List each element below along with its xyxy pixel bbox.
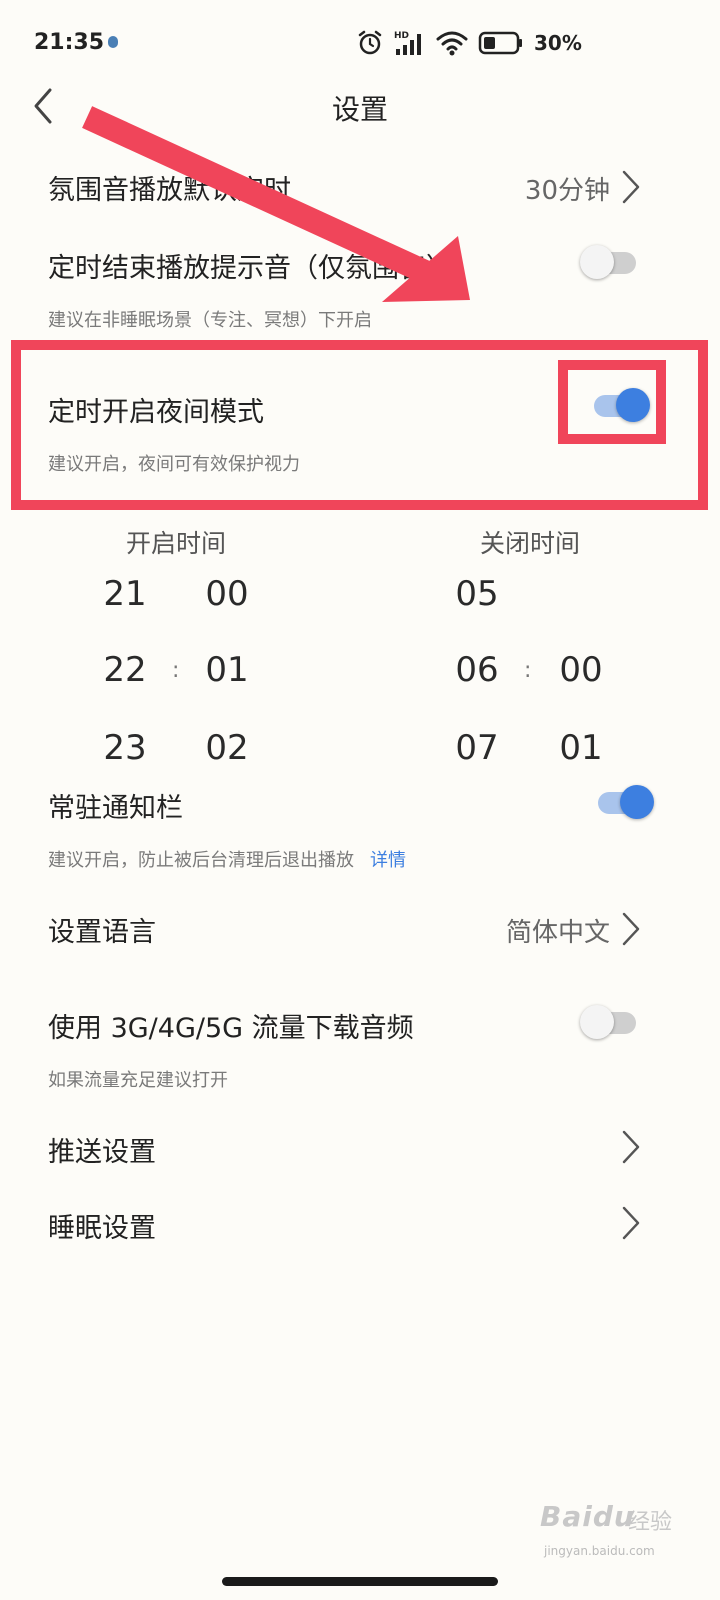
picker-value[interactable]: 00: [192, 574, 262, 614]
chevron-right-icon[interactable]: [620, 1128, 642, 1166]
status-icons: HD 30%: [356, 28, 582, 58]
hd-badge: HD: [394, 31, 409, 41]
picker-value[interactable]: 21: [90, 574, 160, 614]
mobile-data-download-label: 使用 3G/4G/5G 流量下载音频: [48, 1013, 414, 1044]
chevron-right-icon[interactable]: [620, 1204, 642, 1242]
time-separator: :: [524, 658, 532, 683]
sleep-settings-label[interactable]: 睡眠设置: [48, 1206, 156, 1245]
picker-value[interactable]: 23: [90, 728, 160, 768]
chevron-right-icon[interactable]: [620, 910, 642, 948]
status-time: 21:35: [34, 30, 105, 55]
annotation-toggle-box: [558, 360, 666, 444]
notification-bar-label: 常驻通知栏: [48, 793, 183, 824]
time-separator: :: [172, 658, 180, 683]
picker-value[interactable]: 05: [442, 574, 512, 614]
picker-value-selected[interactable]: 01: [192, 650, 262, 690]
picker-value-selected[interactable]: 06: [442, 650, 512, 690]
toggle-knob: [620, 785, 654, 819]
notification-bar-hint-text: 建议开启，防止被后台清理后退出播放: [48, 850, 354, 871]
chevron-right-icon[interactable]: [620, 168, 642, 206]
end-time-label: 关闭时间: [480, 529, 581, 558]
battery-percent: 30%: [534, 31, 582, 55]
battery-icon: [478, 31, 522, 55]
page-title: 设置: [331, 93, 388, 126]
ambient-timer-value[interactable]: 30分钟: [525, 170, 610, 207]
picker-value-selected[interactable]: 22: [90, 650, 160, 690]
push-settings-label[interactable]: 推送设置: [48, 1130, 156, 1169]
start-time-label: 开启时间: [126, 529, 227, 558]
notification-bar-toggle[interactable]: [598, 785, 654, 819]
wifi-icon: [436, 31, 468, 56]
toggle-knob: [580, 1005, 614, 1039]
watermark-text: 经验: [628, 1510, 673, 1535]
baidu-watermark: Baidu 经验 jingyan.baidu.com: [540, 1492, 680, 1572]
watermark-url: jingyan.baidu.com: [544, 1544, 655, 1558]
ambient-timer-label[interactable]: 氛围音播放默认定时: [48, 168, 291, 207]
signal-icon: HD: [394, 31, 421, 55]
picker-value[interactable]: 07: [442, 728, 512, 768]
language-value[interactable]: 简体中文: [506, 912, 610, 949]
notification-dot-icon: [108, 36, 118, 48]
picker-value-selected[interactable]: 00: [546, 650, 616, 690]
toggle-knob: [580, 245, 614, 279]
watermark-logo: Baidu: [540, 1500, 635, 1533]
picker-value[interactable]: 02: [192, 728, 262, 768]
timer-end-sound-label: 定时结束播放提示音（仅氛围音）: [48, 253, 453, 284]
night-mode-hint: 建议开启，夜间可有效保护视力: [48, 454, 300, 475]
home-indicator[interactable]: [222, 1577, 498, 1586]
picker-value[interactable]: 01: [546, 728, 616, 768]
language-label[interactable]: 设置语言: [48, 910, 156, 949]
notification-bar-hint: 建议开启，防止被后台清理后退出播放 详情: [48, 846, 406, 872]
mobile-data-download-toggle[interactable]: [580, 1005, 636, 1039]
alarm-icon: [358, 30, 382, 55]
timer-end-sound-toggle[interactable]: [580, 245, 636, 279]
status-bar: 21:35 HD 30%: [0, 0, 720, 80]
details-link[interactable]: 详情: [370, 850, 406, 871]
settings-page: 21:35 HD 30% 设置 氛围音播放默认定时 30分钟 定时结束播放提示音…: [0, 0, 720, 1600]
mobile-data-download-hint: 如果流量充足建议打开: [48, 1070, 228, 1091]
night-mode-label: 定时开启夜间模式: [48, 397, 264, 428]
timer-end-sound-hint: 建议在非睡眠场景（专注、冥想）下开启: [48, 310, 372, 331]
